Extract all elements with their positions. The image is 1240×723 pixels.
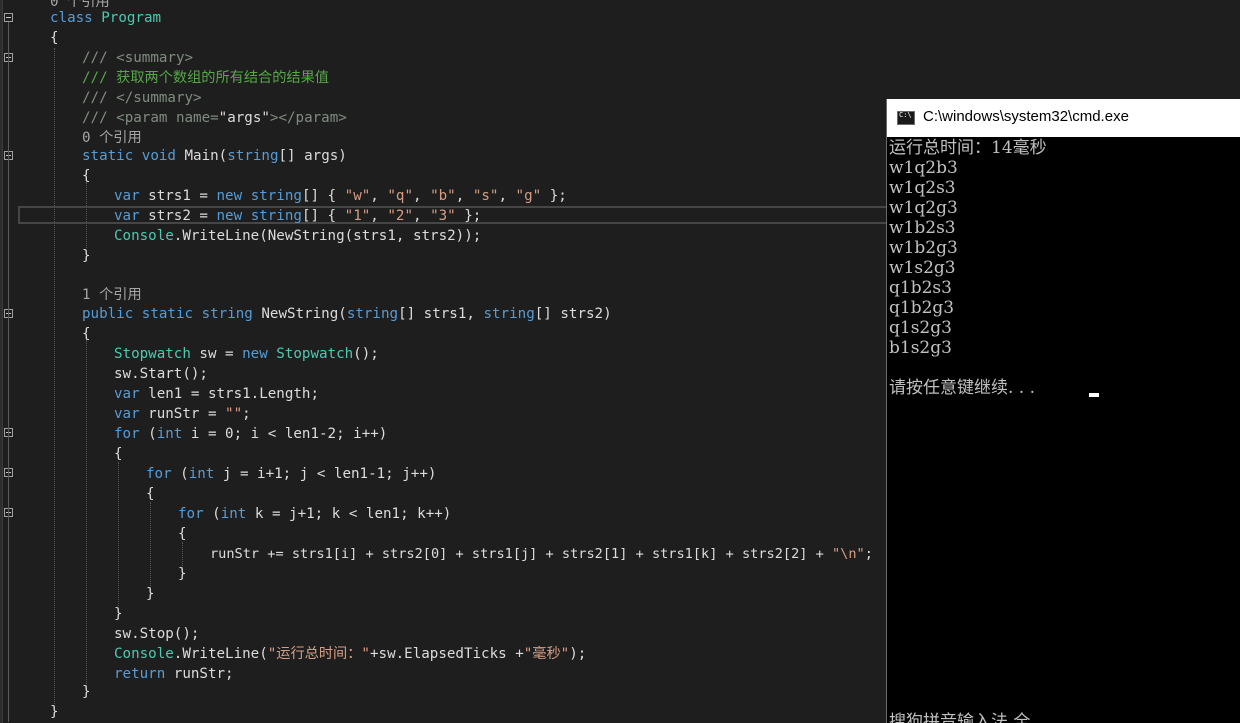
console-line: q1b2g3 bbox=[889, 298, 955, 318]
code-line: } bbox=[146, 586, 155, 602]
gutter-line bbox=[2, 0, 3, 723]
indent-guide bbox=[118, 462, 119, 606]
code-line: return runStr; bbox=[114, 666, 234, 682]
code-line: var len1 = strs1.Length; bbox=[114, 386, 320, 402]
console-line: q1b2s3 bbox=[889, 278, 952, 298]
code-line: { bbox=[50, 30, 59, 46]
code-line: for (int j = i+1; j < len1-1; j++) bbox=[146, 466, 437, 482]
console-line: w1b2s3 bbox=[889, 218, 956, 238]
codelens-references[interactable]: 1 个引用 bbox=[82, 285, 142, 305]
doc-comment: /// <param name="args"></param> bbox=[82, 110, 347, 126]
code-line: } bbox=[178, 566, 187, 582]
code-line: static void Main(string[] args) bbox=[82, 148, 347, 164]
text-cursor bbox=[1089, 393, 1099, 397]
console-output[interactable]: 运行总时间：14毫秒 w1q2b3 w1q2s3 w1q2g3 w1b2s3 w… bbox=[889, 138, 1239, 723]
console-window[interactable]: C:\windows\system32\cmd.exe 运行总时间：14毫秒 w… bbox=[886, 99, 1240, 723]
codelens-references[interactable]: 0 个引用 bbox=[82, 128, 142, 148]
code-line-current: var strs2 = new string[] { "1", "2", "3"… bbox=[114, 208, 482, 224]
indent-guide bbox=[54, 48, 55, 708]
code-line: { bbox=[114, 446, 123, 462]
console-line: 运行总时间：14毫秒 bbox=[889, 138, 1047, 158]
code-line: public static string NewString(string[] … bbox=[82, 306, 612, 322]
console-line: b1s2g3 bbox=[889, 338, 952, 358]
console-titlebar[interactable]: C:\windows\system32\cmd.exe bbox=[887, 99, 1240, 137]
code-line: for (int i = 0; i < len1-2; i++) bbox=[114, 426, 388, 442]
indent-guide bbox=[86, 340, 87, 686]
console-prompt: 请按任意键继续. . . bbox=[889, 378, 1036, 398]
code-line: sw.Stop(); bbox=[114, 626, 200, 642]
doc-comment: /// 获取两个数组的所有结合的结果值 bbox=[82, 70, 329, 86]
console-title: C:\windows\system32\cmd.exe bbox=[923, 108, 1129, 125]
fold-line bbox=[8, 22, 9, 722]
code-line: Console.WriteLine("运行总时间："+sw.ElapsedTic… bbox=[114, 646, 587, 662]
code-line: } bbox=[82, 248, 91, 264]
code-line: { bbox=[82, 326, 91, 342]
ime-status: 搜狗拼音输入法 全 bbox=[889, 712, 1031, 723]
code-line: sw.Start(); bbox=[114, 366, 208, 382]
code-line: } bbox=[82, 684, 91, 700]
doc-comment: /// </summary> bbox=[82, 90, 202, 106]
console-line: w1b2g3 bbox=[889, 238, 958, 258]
code-line: { bbox=[178, 526, 187, 542]
console-line: w1q2g3 bbox=[889, 198, 958, 218]
code-line: Console.WriteLine(NewString(strs1, strs2… bbox=[114, 228, 482, 244]
console-line: w1s2g3 bbox=[889, 258, 956, 278]
code-line: class Program bbox=[50, 10, 162, 26]
code-line: for (int k = j+1; k < len1; k++) bbox=[178, 506, 452, 522]
indent-guide bbox=[150, 502, 151, 596]
code-line: Stopwatch sw = new Stopwatch(); bbox=[114, 346, 379, 362]
console-line: w1q2s3 bbox=[889, 178, 956, 198]
code-line: var runStr = ""; bbox=[114, 406, 251, 422]
code-line: } bbox=[50, 704, 59, 720]
doc-comment: /// <summary> bbox=[82, 50, 194, 66]
console-line: w1q2b3 bbox=[889, 158, 958, 178]
fold-toggle-class[interactable] bbox=[4, 13, 13, 22]
console-line: q1s2g3 bbox=[889, 318, 952, 338]
code-line: { bbox=[82, 168, 91, 184]
code-line: } bbox=[114, 606, 123, 622]
code-line: { bbox=[146, 486, 155, 502]
code-line: runStr += strs1[i] + strs2[0] + strs1[j]… bbox=[210, 546, 873, 562]
code-line: var strs1 = new string[] { "w", "q", "b"… bbox=[114, 188, 567, 204]
cmd-icon bbox=[897, 111, 915, 125]
